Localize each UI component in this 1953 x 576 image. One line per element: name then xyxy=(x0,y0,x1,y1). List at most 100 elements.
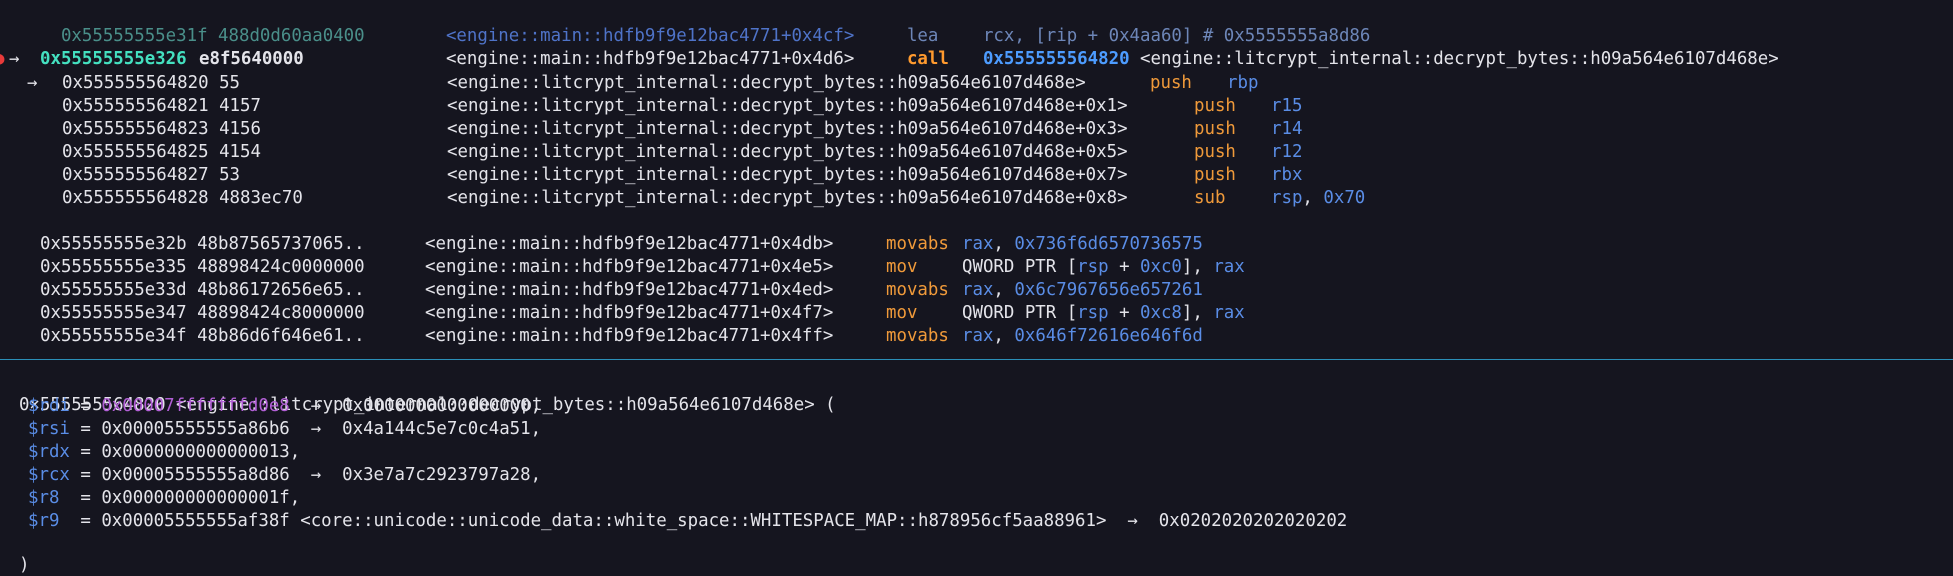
operand-register: rax xyxy=(1213,257,1245,277)
symbol-offset: <engine::litcrypt_internal::decrypt_byte… xyxy=(447,96,1128,116)
disasm-line[interactable]: 0x55555555e33d 48b86172656e65.. xyxy=(40,279,365,301)
argument-line[interactable]: $r8 = 0x000000000000001f, xyxy=(28,487,300,509)
argument-line[interactable]: $rdx = 0x0000000000000013, xyxy=(28,441,300,463)
equals-sign: = xyxy=(59,511,102,531)
instruction-address: 0x55555555e326 xyxy=(40,49,187,69)
disasm-operands: rax, 0x646f72616e646f6d xyxy=(962,325,1203,347)
call-target-line[interactable]: 0x555555564823 4156 xyxy=(62,118,261,140)
instruction-bytes: 4156 xyxy=(219,119,261,139)
register-value: 0x000000000000001f, xyxy=(101,488,301,508)
disasm-operands: rbp xyxy=(1227,72,1258,94)
disasm-line[interactable]: 0x55555555e335 48898424c0000000 xyxy=(40,256,365,278)
operand-register: r15 xyxy=(1271,96,1303,116)
argument-line[interactable]: $rdi = 0x00007fffffffd0e8 → 0x0000000000… xyxy=(28,395,541,417)
symbol-offset: <engine::main::hdfb9f9e12bac4771+0x4e5> xyxy=(425,257,834,277)
disasm-operands: QWORD PTR [rsp + 0xc0], rax xyxy=(962,256,1245,278)
disasm-symbol: <engine::main::hdfb9f9e12bac4771+0x4f7> xyxy=(425,302,833,324)
disasm-instruction: push xyxy=(1194,95,1236,117)
disasm-instruction: push xyxy=(1194,118,1236,140)
register-value: 0x00005555555af38f <core::unicode::unico… xyxy=(101,511,1107,531)
disasm-symbol: <engine::main::hdfb9f9e12bac4771+0x4db> xyxy=(425,233,833,255)
deref-arrow-icon: → xyxy=(289,396,343,416)
disasm-operands: rsp, 0x70 xyxy=(1271,187,1365,209)
disasm-operands: r14 xyxy=(1271,118,1302,140)
current-arrow-icon: → xyxy=(9,49,20,69)
disasm-instruction: movabs xyxy=(886,325,949,347)
operand-prefix: QWORD PTR [ xyxy=(962,303,1078,323)
symbol-offset: <engine::main::hdfb9f9e12bac4771+0x4d6> xyxy=(445,49,855,69)
call-target-line[interactable]: 0x555555564827 53 xyxy=(62,164,240,186)
register-name: $rdi xyxy=(28,396,70,416)
disasm-symbol: <engine::litcrypt_internal::decrypt_byte… xyxy=(447,187,1128,209)
operand-register: r14 xyxy=(1271,119,1303,139)
operand-immediate: 0xc0 xyxy=(1140,257,1182,277)
mnemonic: mov xyxy=(886,257,918,277)
operand-separator: , xyxy=(993,280,1015,300)
disasm-instruction: push xyxy=(1194,164,1236,186)
disasm-line[interactable]: 0x55555555e31f 488d0d60aa0400 xyxy=(40,3,365,46)
instruction-address: 0x555555564825 xyxy=(62,142,209,162)
deref-value: 0x3e7a7c2923797a28, xyxy=(342,465,542,485)
disasm-operands: rbx xyxy=(1271,164,1302,186)
operand-suffix: ], xyxy=(1181,257,1214,277)
instruction-bytes: e8f5640000 xyxy=(199,49,304,69)
disasm-symbol: <engine::litcrypt_internal::decrypt_byte… xyxy=(447,72,1086,94)
argument-line[interactable]: $r9 = 0x00005555555af38f <core::unicode:… xyxy=(28,510,1347,532)
disasm-line[interactable]: 0x55555555e347 48898424c8000000 xyxy=(40,302,365,324)
operand-register: rbx xyxy=(1271,165,1303,185)
instruction-address: 0x555555564820 xyxy=(62,73,209,93)
call-target-line[interactable]: 0x555555564825 4154 xyxy=(62,141,261,163)
equals-sign: = xyxy=(69,419,102,439)
mnemonic: push xyxy=(1150,73,1192,93)
disasm-operands: QWORD PTR [rsp + 0xc8], rax xyxy=(962,302,1245,324)
close-paren: ) xyxy=(18,555,30,575)
call-target-line[interactable]: 0x555555564828 4883ec70 xyxy=(62,187,303,209)
disasm-symbol: <engine::litcrypt_internal::decrypt_byte… xyxy=(447,95,1128,117)
symbol-offset: <engine::main::hdfb9f9e12bac4771+0x4f7> xyxy=(425,303,834,323)
disasm-symbol: <engine::main::hdfb9f9e12bac4771+0x4ed> xyxy=(425,279,833,301)
symbol-offset: <engine::litcrypt_internal::decrypt_byte… xyxy=(447,165,1128,185)
instruction-address: 0x55555555e32b xyxy=(40,234,187,254)
operand-register: rsp xyxy=(1077,303,1109,323)
argument-line[interactable]: $rcx = 0x00005555555a8d86 → 0x3e7a7c2923… xyxy=(28,464,541,486)
symbol-offset: <engine::main::hdfb9f9e12bac4771+0x4ed> xyxy=(425,280,834,300)
disasm-line[interactable]: 0x55555555e34f 48b86d6f646e61.. xyxy=(40,325,365,347)
symbol-offset: <engine::main::hdfb9f9e12bac4771+0x4ff> xyxy=(425,326,834,346)
call-target-line[interactable]: 0x555555564820 55 xyxy=(62,72,240,94)
arrow-glyph: → xyxy=(27,73,38,93)
symbol-offset: <engine::litcrypt_internal::decrypt_byte… xyxy=(447,142,1128,162)
mnemonic: push xyxy=(1194,165,1236,185)
operand-plus: + xyxy=(1108,257,1141,277)
instruction-address: 0x55555555e33d xyxy=(40,280,187,300)
symbol-offset: <engine::litcrypt_internal::decrypt_byte… xyxy=(447,119,1128,139)
operand-suffix: ], xyxy=(1181,303,1214,323)
disasm-symbol: <engine::main::hdfb9f9e12bac4771+0x4e5> xyxy=(425,256,833,278)
call-target-address[interactable]: 0x555555564820 xyxy=(983,49,1130,69)
instruction-bytes: 53 xyxy=(219,165,241,185)
operand-register: rsp xyxy=(1077,257,1109,277)
disasm-operands: rax, 0x736f6d6570736575 xyxy=(962,233,1203,255)
disasm-instruction: mov xyxy=(886,256,917,278)
operand-separator: , xyxy=(993,234,1015,254)
operand-register: rax xyxy=(1213,303,1245,323)
equals-sign: = xyxy=(69,465,102,485)
register-name: $r9 xyxy=(28,511,60,531)
call-target-line[interactable]: 0x555555564821 4157 xyxy=(62,95,261,117)
current-instruction[interactable]: ●→ 0x55555555e326 e8f5640000 xyxy=(0,26,304,69)
operand-immediate: 0x70 xyxy=(1323,188,1366,208)
instruction-address: 0x55555555e34f xyxy=(40,326,187,346)
register-value: 0x00005555555a86b6 xyxy=(101,419,290,439)
register-name: $r8 xyxy=(28,488,60,508)
disasm-operands: 0x555555564820 <engine::litcrypt_interna… xyxy=(962,26,1779,69)
disasm-line[interactable]: 0x55555555e32b 48b87565737065.. xyxy=(40,233,365,255)
instruction-bytes: 48898424c8000000 xyxy=(197,303,365,323)
instruction-bytes: 4157 xyxy=(219,96,261,116)
symbol-offset: <engine::main::hdfb9f9e12bac4771+0x4db> xyxy=(425,234,834,254)
register-name: $rdx xyxy=(28,442,70,462)
instruction-address: 0x555555564827 xyxy=(62,165,209,185)
argument-line[interactable]: $rsi = 0x00005555555a86b6 → 0x4a144c5e7c… xyxy=(28,418,541,440)
operand-register: rax xyxy=(962,326,994,346)
instruction-bytes: 4883ec70 xyxy=(219,188,303,208)
mnemonic: sub xyxy=(1194,188,1226,208)
disasm-symbol: <engine::litcrypt_internal::decrypt_byte… xyxy=(447,118,1128,140)
